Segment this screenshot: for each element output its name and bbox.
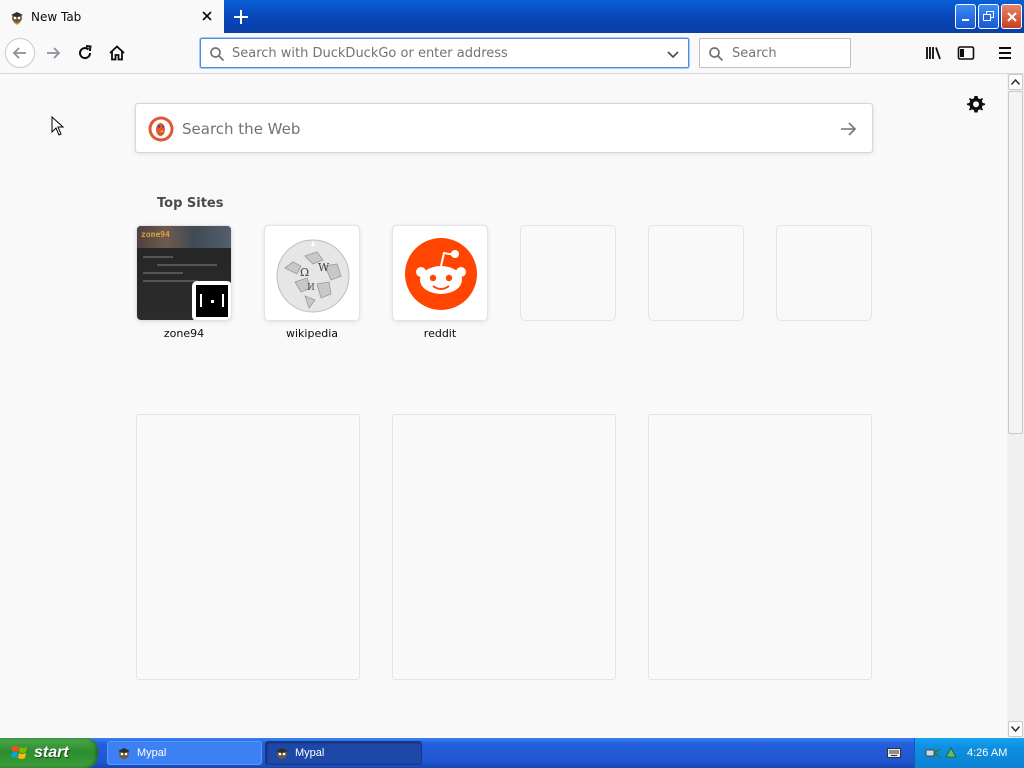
library-icon	[926, 47, 941, 60]
minimize-button[interactable]	[955, 4, 976, 29]
start-label: start	[34, 744, 69, 761]
restore-icon	[983, 11, 994, 21]
taskbar-item-mypal[interactable]: Mypal	[107, 741, 262, 765]
taskbar: start Mypal Mypal 4:26 AM	[0, 738, 1024, 768]
web-search-box[interactable]	[135, 103, 873, 153]
taskbar-item-label: Mypal	[295, 747, 325, 759]
network-icon[interactable]	[925, 745, 941, 761]
mouse-cursor-icon	[51, 116, 65, 136]
clock: 4:26 AM	[967, 747, 1008, 759]
library-button[interactable]	[920, 40, 948, 66]
scroll-down-button[interactable]	[1008, 721, 1023, 737]
navigation-toolbar	[0, 33, 1024, 74]
site-label	[648, 327, 744, 341]
sidebar-button[interactable]	[952, 40, 980, 66]
start-button[interactable]: start	[0, 738, 98, 768]
search-bar[interactable]	[699, 38, 851, 68]
site-label	[520, 327, 616, 341]
url-input[interactable]	[232, 45, 652, 62]
top-site-empty[interactable]	[648, 225, 744, 341]
site-label: wikipedia	[285, 327, 338, 340]
top-sites-heading: Top Sites	[157, 196, 224, 211]
site-tile[interactable]	[392, 225, 488, 321]
mypal-favicon-icon	[11, 11, 23, 25]
site-tile[interactable]: Ω W И	[264, 225, 360, 321]
svg-text:W: W	[318, 261, 330, 274]
back-button[interactable]	[5, 38, 35, 68]
wikipedia-globe-icon: Ω W И	[276, 239, 350, 313]
mypal-app-icon	[118, 748, 130, 759]
url-bar[interactable]	[200, 38, 689, 68]
hamburger-menu-icon	[999, 47, 1011, 59]
reload-icon	[79, 45, 92, 60]
empty-site-tile[interactable]	[520, 225, 616, 321]
site-tile[interactable]: zone94	[136, 225, 232, 321]
home-icon	[109, 45, 125, 61]
mypal-app-icon	[276, 748, 288, 759]
site-label: reddit	[423, 327, 457, 340]
top-site-zone94[interactable]: zone94 zone94	[136, 225, 232, 341]
vertical-scrollbar[interactable]	[1007, 74, 1024, 738]
top-site-wikipedia[interactable]: Ω W И wikipedia	[264, 225, 360, 341]
duckduckgo-logo-icon	[148, 116, 174, 142]
title-bar: New Tab	[0, 0, 1024, 33]
chevron-down-icon[interactable]	[666, 47, 680, 61]
tab-title: New Tab	[31, 9, 82, 24]
svg-text:Ω: Ω	[300, 266, 309, 279]
close-window-button[interactable]	[1001, 4, 1022, 29]
chevron-down-icon	[1011, 726, 1020, 732]
empty-site-tile[interactable]	[776, 225, 872, 321]
highlight-card-placeholder	[648, 414, 872, 680]
system-tray: 4:26 AM	[914, 738, 1024, 768]
new-tab-plus-icon[interactable]	[230, 6, 252, 28]
top-site-empty[interactable]	[520, 225, 616, 341]
forward-button[interactable]	[38, 38, 68, 68]
tab-new-tab[interactable]: New Tab	[0, 0, 224, 33]
site-label	[776, 327, 872, 341]
close-icon	[1006, 11, 1017, 22]
keyboard-icon[interactable]	[887, 747, 901, 759]
safely-remove-icon[interactable]	[943, 745, 959, 761]
gear-icon[interactable]	[966, 94, 986, 114]
highlight-card-placeholder	[392, 414, 616, 680]
site-label: zone94	[163, 327, 205, 340]
taskbar-item-mypal-active[interactable]: Mypal	[265, 741, 422, 765]
restore-button[interactable]	[978, 4, 999, 29]
taskbar-item-label: Mypal	[137, 747, 167, 759]
back-arrow-icon	[12, 47, 26, 59]
web-search-input[interactable]	[182, 118, 802, 140]
reddit-logo-icon	[405, 238, 477, 310]
zone94-logo-icon: zone94	[141, 230, 170, 239]
close-tab-icon[interactable]	[200, 9, 214, 23]
svg-text:И: И	[307, 283, 315, 293]
home-button[interactable]	[102, 38, 132, 68]
empty-site-tile[interactable]	[648, 225, 744, 321]
minimize-icon	[962, 19, 969, 21]
scrollbar-thumb[interactable]	[1008, 91, 1023, 434]
search-icon	[210, 47, 225, 62]
search-icon	[709, 47, 724, 62]
scroll-up-button[interactable]	[1008, 74, 1023, 90]
sidebar-icon	[957, 46, 975, 60]
zone94-favicon-icon	[192, 281, 231, 320]
reload-button[interactable]	[70, 38, 100, 68]
arrow-right-icon[interactable]	[838, 119, 858, 139]
newtab-page: Top Sites zone94 zone94	[0, 74, 1007, 738]
forward-arrow-icon	[47, 47, 61, 59]
chevron-up-icon	[1011, 79, 1020, 85]
menu-button[interactable]	[991, 40, 1019, 66]
top-site-reddit[interactable]: reddit	[392, 225, 488, 341]
highlight-card-placeholder	[136, 414, 360, 680]
windows-logo-icon	[11, 746, 27, 759]
search-input[interactable]	[732, 45, 842, 62]
top-site-empty[interactable]	[776, 225, 872, 341]
